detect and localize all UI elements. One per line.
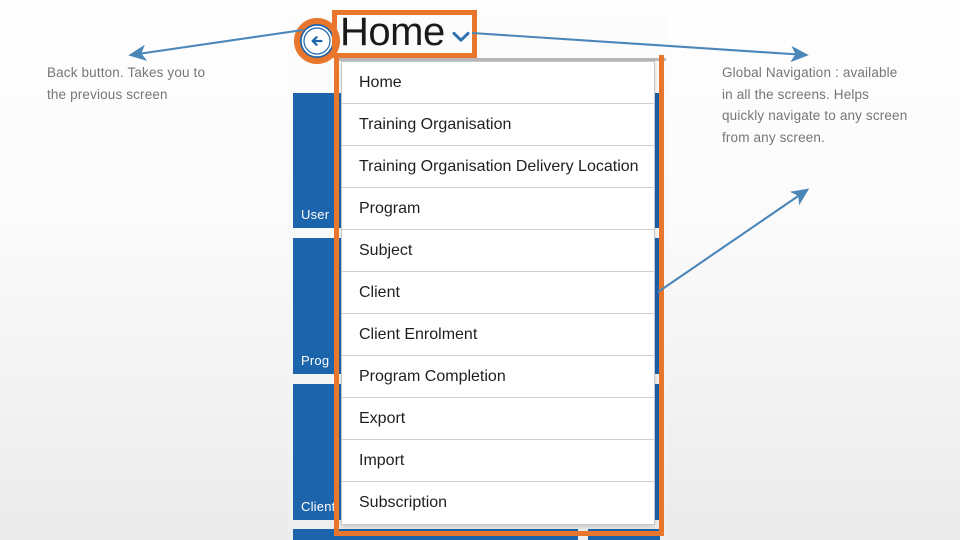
annotation-back-button: Back button. Takes you to the previous s…	[47, 65, 206, 102]
highlight-box-home-title	[332, 10, 477, 58]
annotation-global-navigation: Global Navigation : available in all the…	[722, 65, 908, 145]
slide-canvas: User Prog Client n Home	[0, 0, 960, 540]
tile-user-label: User	[301, 207, 330, 222]
highlight-box-dropdown	[334, 55, 664, 536]
highlight-circle-back-button	[294, 18, 340, 64]
tile-client-label: Client	[301, 499, 336, 514]
tile-program-label: Prog	[301, 353, 330, 368]
